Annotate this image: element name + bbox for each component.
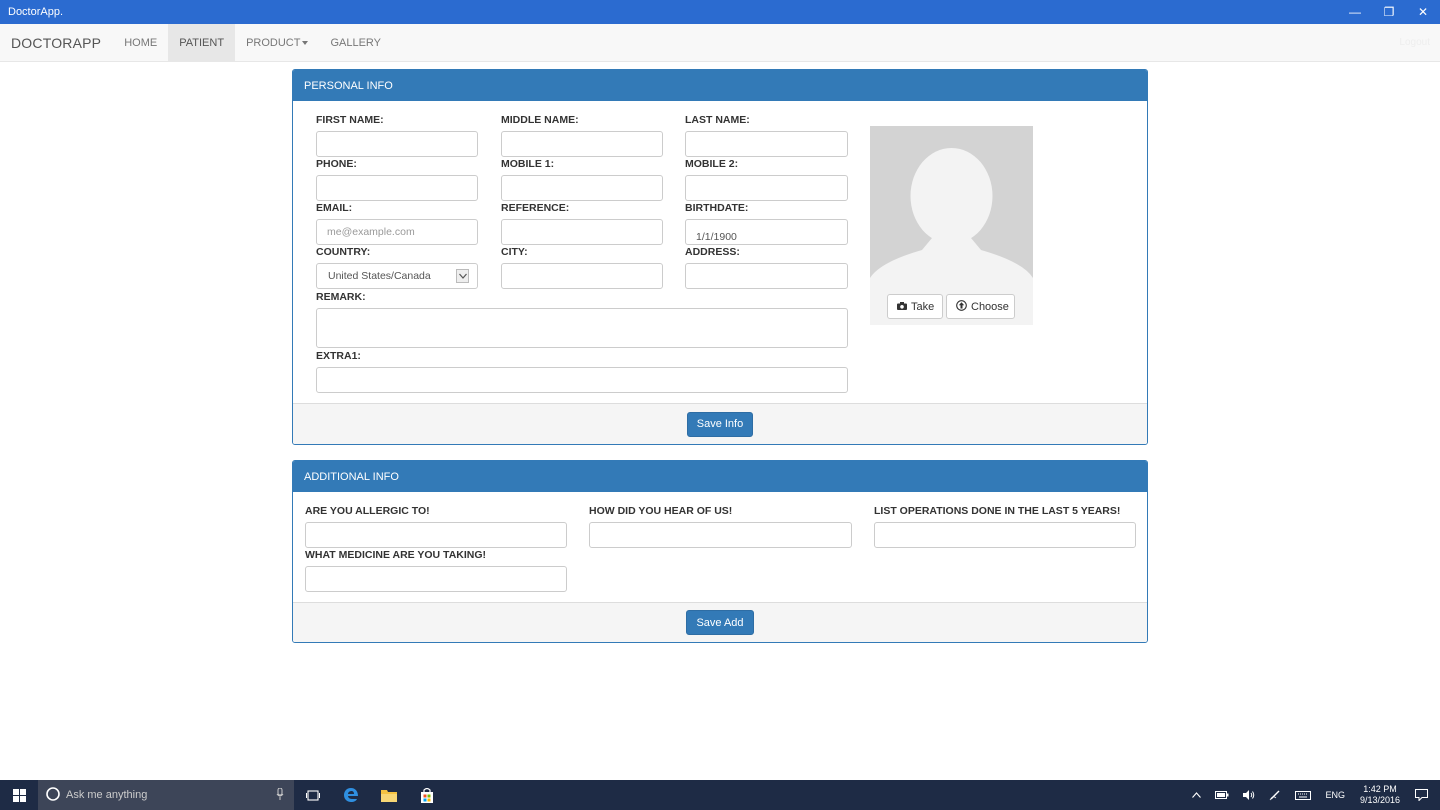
clock[interactable]: 1:42 PM 9/13/2016 <box>1352 784 1408 806</box>
nav-gallery[interactable]: GALLERY <box>319 24 392 61</box>
medicine-input[interactable] <box>305 566 567 592</box>
choose-photo-button[interactable]: Choose <box>946 294 1015 319</box>
first-name-input[interactable] <box>316 131 478 157</box>
reference-label: REFERENCE: <box>501 202 570 214</box>
pen-icon[interactable] <box>1262 789 1288 801</box>
allergic-input[interactable] <box>305 522 567 548</box>
address-input[interactable] <box>685 263 848 289</box>
remark-textarea[interactable] <box>316 308 848 348</box>
window-title: DoctorApp. <box>8 6 64 18</box>
language-indicator[interactable]: ENG <box>1318 790 1352 800</box>
clock-time: 1:42 PM <box>1363 784 1397 794</box>
birthdate-input[interactable]: 1/1/1900 <box>685 219 848 245</box>
additional-info-panel: ADDITIONAL INFO ARE YOU ALLERGIC TO! HOW… <box>292 460 1148 643</box>
store-icon[interactable] <box>408 780 446 810</box>
app-navbar: DOCTORAPP HOME PATIENT PRODUCT GALLERY L… <box>0 24 1440 62</box>
operations-input[interactable] <box>874 522 1136 548</box>
personal-info-footer: Save Info <box>293 403 1147 444</box>
extra1-input[interactable] <box>316 367 848 393</box>
mobile1-label: MOBILE 1: <box>501 158 555 170</box>
remark-label: REMARK: <box>316 291 366 303</box>
windows-logo-icon <box>12 788 26 802</box>
take-photo-label: Take <box>911 300 935 313</box>
middle-name-input[interactable] <box>501 131 663 157</box>
email-input[interactable]: me@example.com <box>316 219 478 245</box>
avatar-placeholder-icon <box>870 126 1033 288</box>
close-button[interactable]: ✕ <box>1406 0 1440 24</box>
camera-icon <box>897 301 907 313</box>
allergic-label: ARE YOU ALLERGIC TO! <box>305 505 430 517</box>
extra1-label: EXTRA1: <box>316 350 361 362</box>
city-label: CITY: <box>501 246 528 258</box>
last-name-input[interactable] <box>685 131 848 157</box>
medicine-label: WHAT MEDICINE ARE YOU TAKING! <box>305 549 487 561</box>
cortana-circle-icon <box>46 786 60 804</box>
notifications-icon[interactable] <box>1408 789 1440 801</box>
cortana-search-box[interactable]: Ask me anything <box>38 780 294 810</box>
photo-widget: Take Choose <box>870 126 1033 325</box>
system-tray: ENG 1:42 PM 9/13/2016 <box>1185 780 1440 810</box>
operations-label: LIST OPERATIONS DONE IN THE LAST 5 YEARS… <box>874 505 1121 517</box>
mobile1-input[interactable] <box>501 175 663 201</box>
birthdate-label: BIRTHDATE: <box>685 202 749 214</box>
battery-icon[interactable] <box>1208 791 1236 799</box>
window-titlebar: DoctorApp. — ❐ ✕ <box>0 0 1440 24</box>
chevron-down-icon[interactable] <box>456 269 469 283</box>
country-label: COUNTRY: <box>316 246 371 258</box>
phone-input[interactable] <box>316 175 478 201</box>
clock-date: 9/13/2016 <box>1359 795 1400 805</box>
search-placeholder: Ask me anything <box>66 789 148 801</box>
chevron-up-icon[interactable] <box>1185 792 1208 798</box>
start-button[interactable] <box>0 780 38 810</box>
nav-patient[interactable]: PATIENT <box>168 24 236 61</box>
file-explorer-icon[interactable] <box>370 780 408 810</box>
caret-down-icon <box>302 40 309 45</box>
hear-label: HOW DID YOU HEAR OF US! <box>589 505 733 517</box>
personal-info-heading: PERSONAL INFO <box>293 70 1147 101</box>
additional-info-heading: ADDITIONAL INFO <box>293 461 1147 492</box>
mobile2-input[interactable] <box>685 175 848 201</box>
microphone-icon[interactable] <box>276 787 294 803</box>
logout-link[interactable]: Logout <box>1399 24 1440 61</box>
personal-info-panel: PERSONAL INFO FIRST NAME: MIDDLE NAME: L… <box>292 69 1148 445</box>
nav-home[interactable]: HOME <box>113 24 168 61</box>
windows-taskbar: Ask me anything ENG 1:42 PM 9/13/2016 <box>0 780 1440 810</box>
restore-button[interactable]: ❐ <box>1372 0 1406 24</box>
reference-input[interactable] <box>501 219 663 245</box>
navbar-brand[interactable]: DOCTORAPP <box>0 24 113 61</box>
upload-icon <box>956 299 967 314</box>
first-name-label: FIRST NAME: <box>316 114 384 126</box>
edge-browser-icon[interactable] <box>332 780 370 810</box>
save-add-button[interactable]: Save Add <box>686 610 754 635</box>
additional-info-footer: Save Add <box>293 602 1147 642</box>
minimize-button[interactable]: — <box>1338 0 1372 24</box>
last-name-label: LAST NAME: <box>685 114 750 126</box>
country-select-value: United States/Canada <box>328 270 431 282</box>
email-label: EMAIL: <box>316 202 353 214</box>
hear-input[interactable] <box>589 522 852 548</box>
mobile2-label: MOBILE 2: <box>685 158 739 170</box>
take-photo-button[interactable]: Take <box>887 294 943 319</box>
volume-icon[interactable] <box>1236 790 1262 800</box>
keyboard-icon[interactable] <box>1288 790 1318 800</box>
country-select[interactable]: United States/Canada <box>316 263 478 289</box>
nav-product[interactable]: PRODUCT <box>235 24 319 61</box>
address-label: ADDRESS: <box>685 246 740 258</box>
nav-product-label: PRODUCT <box>246 36 301 49</box>
phone-label: PHONE: <box>316 158 357 170</box>
save-info-button[interactable]: Save Info <box>686 411 754 437</box>
task-view-icon[interactable] <box>294 780 332 810</box>
choose-photo-label: Choose <box>971 300 1009 313</box>
city-input[interactable] <box>501 263 663 289</box>
middle-name-label: MIDDLE NAME: <box>501 114 579 126</box>
